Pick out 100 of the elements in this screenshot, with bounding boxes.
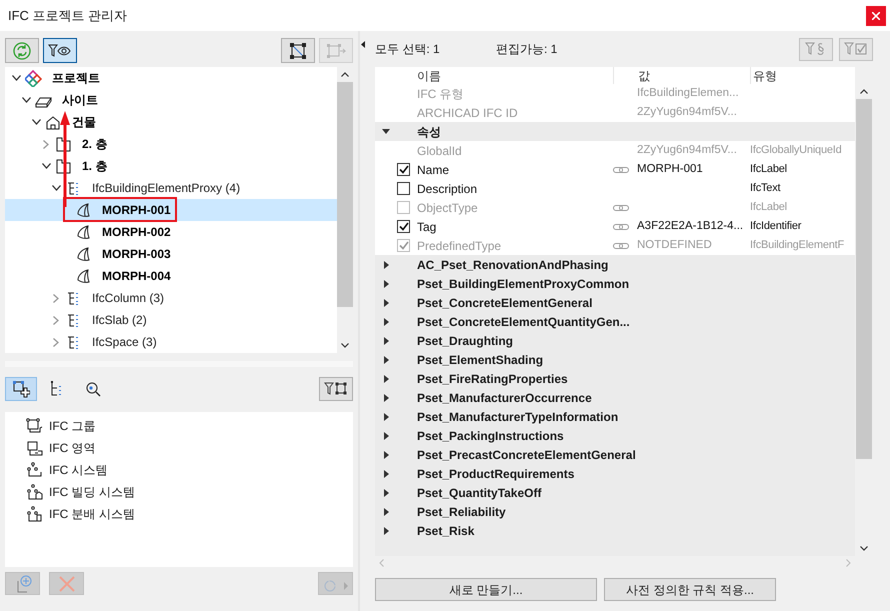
system-tree-icon <box>26 462 43 478</box>
collapsed-triangle-icon[interactable] <box>384 318 388 326</box>
expanded-triangle-icon[interactable] <box>382 129 390 134</box>
node-frame-icon <box>326 42 346 60</box>
property-group: 속성 <box>417 124 441 138</box>
checkbox[interactable] <box>397 220 410 233</box>
property-value: 2ZyYug6n94mf5V... <box>637 106 737 118</box>
property-group: Pset_ConcreteElementGeneral <box>417 296 592 310</box>
expanded-chevron-icon[interactable] <box>12 75 20 81</box>
filter-eye-icon <box>48 42 72 60</box>
property-group: Pset_Risk <box>417 524 474 538</box>
morph-shape-icon <box>75 202 92 218</box>
scroll-down-icon[interactable] <box>341 343 349 348</box>
property-group: Pset_PrecastConcreteElementGeneral <box>417 448 636 462</box>
scroll-up-icon[interactable] <box>341 72 349 77</box>
network-logo-icon <box>25 70 42 86</box>
collapsed-chevron-icon[interactable] <box>53 338 59 346</box>
property-type: IfcIdentifier <box>750 220 802 232</box>
tree-item[interactable]: 1. 층 <box>5 155 337 177</box>
property-name: Description <box>417 182 478 196</box>
filter-check-icon <box>844 42 868 56</box>
list-item[interactable]: IFC 시스템 <box>49 461 108 479</box>
morph-shape-icon <box>75 246 92 262</box>
property-value: 2ZyYug6n94mf5V... <box>637 144 737 156</box>
collapsed-triangle-icon[interactable] <box>384 298 388 306</box>
collapsed-triangle-icon[interactable] <box>384 508 388 516</box>
list-item[interactable]: IFC 영역 <box>49 439 96 457</box>
close-icon <box>872 12 880 20</box>
house-icon <box>45 114 62 130</box>
tree-item[interactable]: 건물 <box>5 111 337 133</box>
node-frame-icon <box>289 42 307 60</box>
property-group: Pset_ManufacturerTypeInformation <box>417 410 618 424</box>
toolbar-button[interactable] <box>43 38 77 63</box>
checkbox[interactable] <box>397 163 410 176</box>
collapsed-chevron-icon[interactable] <box>53 316 59 324</box>
collapsed-chevron-icon[interactable] <box>53 294 59 302</box>
expanded-chevron-icon[interactable] <box>22 97 30 103</box>
list-item[interactable]: IFC 빌딩 시스템 <box>49 483 135 501</box>
expanded-chevron-icon[interactable] <box>52 185 60 191</box>
tree-item[interactable]: IfcSpace (3) <box>5 331 337 353</box>
collapsed-triangle-icon[interactable] <box>384 374 388 382</box>
list-item[interactable]: IFC 분배 시스템 <box>49 505 135 523</box>
property-value: MORPH-001 <box>637 162 703 175</box>
expanded-chevron-icon[interactable] <box>32 119 40 125</box>
scroll-up-icon[interactable] <box>860 89 868 94</box>
collapsed-triangle-icon[interactable] <box>384 526 388 534</box>
filter-icon <box>324 380 348 396</box>
refresh-icon <box>13 42 31 60</box>
column-header[interactable]: 이름 <box>417 66 441 84</box>
collapsed-triangle-icon[interactable] <box>384 450 388 458</box>
column-header[interactable]: 값 <box>638 66 650 84</box>
tree-item[interactable]: 2. 층 <box>5 133 337 155</box>
window-title: IFC 프로젝트 관리자 <box>8 6 128 25</box>
tree-item-selected[interactable]: MORPH-001 <box>5 199 337 221</box>
tree-item[interactable]: MORPH-004 <box>5 265 337 287</box>
tree-item[interactable]: 사이트 <box>5 89 337 111</box>
list-item[interactable]: IFC 그룹 <box>49 417 96 435</box>
tab[interactable] <box>5 376 37 400</box>
property-type: IfcGloballyUniqueId <box>750 144 842 156</box>
tree-item[interactable]: IfcSlab (2) <box>5 309 337 331</box>
collapsed-triangle-icon[interactable] <box>384 280 388 288</box>
floor-icon <box>55 158 72 174</box>
tree-item[interactable]: IfcColumn (3) <box>5 287 337 309</box>
collapsed-triangle-icon[interactable] <box>384 260 388 268</box>
close-button[interactable] <box>866 6 886 26</box>
collapsed-triangle-icon[interactable] <box>384 432 388 440</box>
property-group: Pset_BuildingElementProxyCommon <box>417 276 630 290</box>
column-header[interactable]: 유형 <box>753 66 777 84</box>
expanded-chevron-icon[interactable] <box>42 163 50 169</box>
property-name: IFC 유형 <box>417 86 464 100</box>
property-type: IfcLabel <box>750 201 787 214</box>
group-add-icon <box>12 380 30 398</box>
action-button[interactable]: 사전 정의한 규칙 적용... <box>604 578 776 601</box>
property-group: Pset_ElementShading <box>417 352 544 366</box>
toolbar-button[interactable] <box>281 38 315 63</box>
property-type: IfcLabel <box>750 163 787 176</box>
property-group: Pset_ConcreteElementQuantityGen... <box>417 314 630 328</box>
tree-item[interactable]: MORPH-003 <box>5 243 337 265</box>
property-group: Pset_Reliability <box>417 504 506 518</box>
system-building-icon <box>26 484 43 500</box>
search-icon <box>84 380 102 398</box>
zone-icon <box>26 440 43 456</box>
filter-button[interactable] <box>319 376 353 400</box>
property-value: IfcBuildingElemen... <box>637 86 739 99</box>
collapsed-triangle-icon[interactable] <box>384 488 388 496</box>
action-button[interactable]: 새로 만들기... <box>375 578 597 601</box>
tree-item[interactable]: 프로젝트 <box>5 67 337 89</box>
tree-item[interactable]: MORPH-002 <box>5 221 337 243</box>
scroll-down-icon[interactable] <box>860 546 868 551</box>
floor-icon <box>55 136 72 152</box>
checkbox[interactable] <box>397 182 410 195</box>
collapsed-chevron-icon[interactable] <box>43 140 49 148</box>
property-group: Pset_ProductRequirements <box>417 466 574 480</box>
collapsed-triangle-icon[interactable] <box>384 356 388 364</box>
collapsed-triangle-icon[interactable] <box>384 470 388 478</box>
collapsed-triangle-icon[interactable] <box>384 394 388 402</box>
filter-checked-button[interactable] <box>839 38 873 60</box>
collapsed-triangle-icon[interactable] <box>384 412 388 420</box>
collapsed-triangle-icon[interactable] <box>384 336 388 344</box>
tree-item[interactable]: IfcBuildingElementProxy (4) <box>5 177 337 199</box>
